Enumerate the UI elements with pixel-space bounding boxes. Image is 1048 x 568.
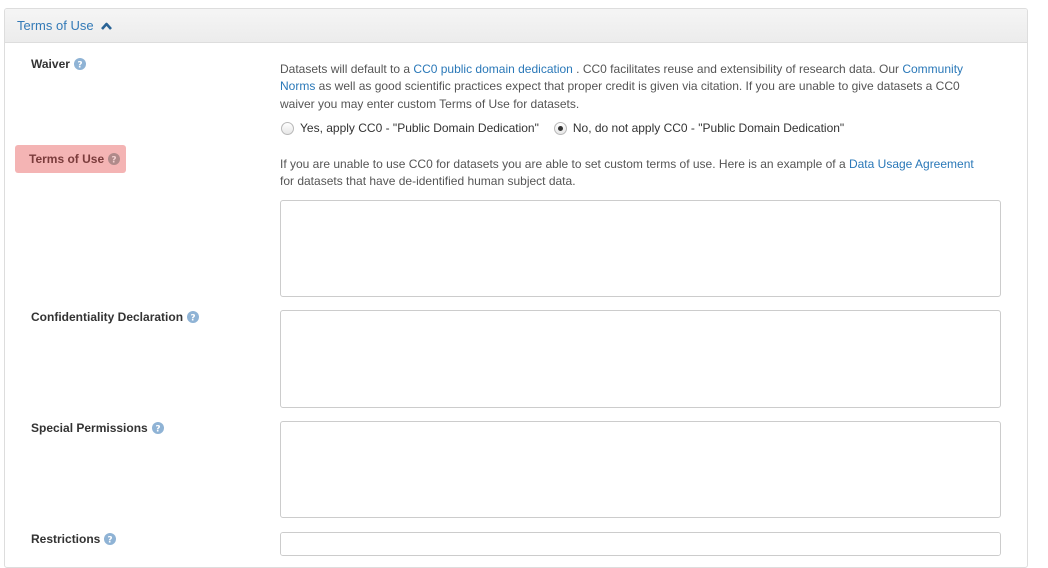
- help-icon[interactable]: ?: [187, 311, 200, 323]
- svg-text:?: ?: [112, 155, 117, 165]
- waiver-text-3: as well as good scientific practices exp…: [280, 79, 960, 111]
- radio-no-cc0[interactable]: [553, 121, 567, 135]
- svg-text:?: ?: [108, 535, 113, 545]
- radio-no-cc0-label[interactable]: No, do not apply CC0 - "Public Domain De…: [573, 121, 844, 135]
- data-usage-agreement-link[interactable]: Data Usage Agreement: [849, 157, 974, 171]
- terms-of-use-label-text: Terms of Use: [29, 152, 105, 166]
- svg-text:?: ?: [77, 60, 82, 70]
- terms-text-2: for datasets that have de-identified hum…: [280, 174, 576, 189]
- confidentiality-label-text: Confidentiality Declaration: [31, 310, 184, 324]
- panel-header-toggle[interactable]: Terms of Use: [5, 9, 1027, 43]
- radio-apply-cc0-label[interactable]: Yes, apply CC0 - "Public Domain Dedicati…: [300, 121, 539, 135]
- radio-apply-cc0[interactable]: [281, 121, 294, 135]
- terms-of-use-textarea[interactable]: [280, 200, 1001, 297]
- restrictions-label: Restrictions ?: [31, 532, 117, 546]
- terms-text-1: If you are unable to use CC0 for dataset…: [280, 157, 849, 171]
- confidentiality-textarea[interactable]: [280, 310, 1001, 408]
- terms-of-use-description: If you are unable to use CC0 for dataset…: [280, 156, 985, 191]
- waiver-label-text: Waiver: [31, 57, 70, 71]
- chevron-up-icon: [100, 22, 112, 30]
- restrictions-label-text: Restrictions: [31, 532, 101, 546]
- terms-of-use-label: Terms of Use ?: [15, 145, 127, 173]
- special-permissions-label-text: Special Permissions: [31, 421, 148, 435]
- confidentiality-label: Confidentiality Declaration ?: [31, 310, 200, 324]
- help-icon[interactable]: ?: [104, 533, 117, 545]
- panel-title: Terms of Use: [17, 18, 94, 33]
- help-icon[interactable]: ?: [151, 422, 164, 434]
- waiver-radio-group: Yes, apply CC0 - "Public Domain Dedicati…: [281, 121, 859, 135]
- waiver-text-2: . CC0 facilitates reuse and extensibilit…: [572, 62, 903, 76]
- special-permissions-textarea[interactable]: [280, 421, 1001, 518]
- help-icon[interactable]: ?: [108, 153, 121, 165]
- restrictions-textarea[interactable]: [280, 532, 1001, 556]
- special-permissions-label: Special Permissions ?: [31, 421, 164, 435]
- cc0-link[interactable]: CC0 public domain dedication: [413, 62, 572, 76]
- svg-text:?: ?: [155, 424, 160, 434]
- waiver-text-1: Datasets will default to a: [280, 62, 414, 76]
- svg-text:?: ?: [190, 313, 195, 323]
- help-icon[interactable]: ?: [73, 58, 86, 70]
- waiver-label: Waiver ?: [31, 57, 86, 71]
- waiver-description: Datasets will default to a CC0 public do…: [280, 61, 985, 113]
